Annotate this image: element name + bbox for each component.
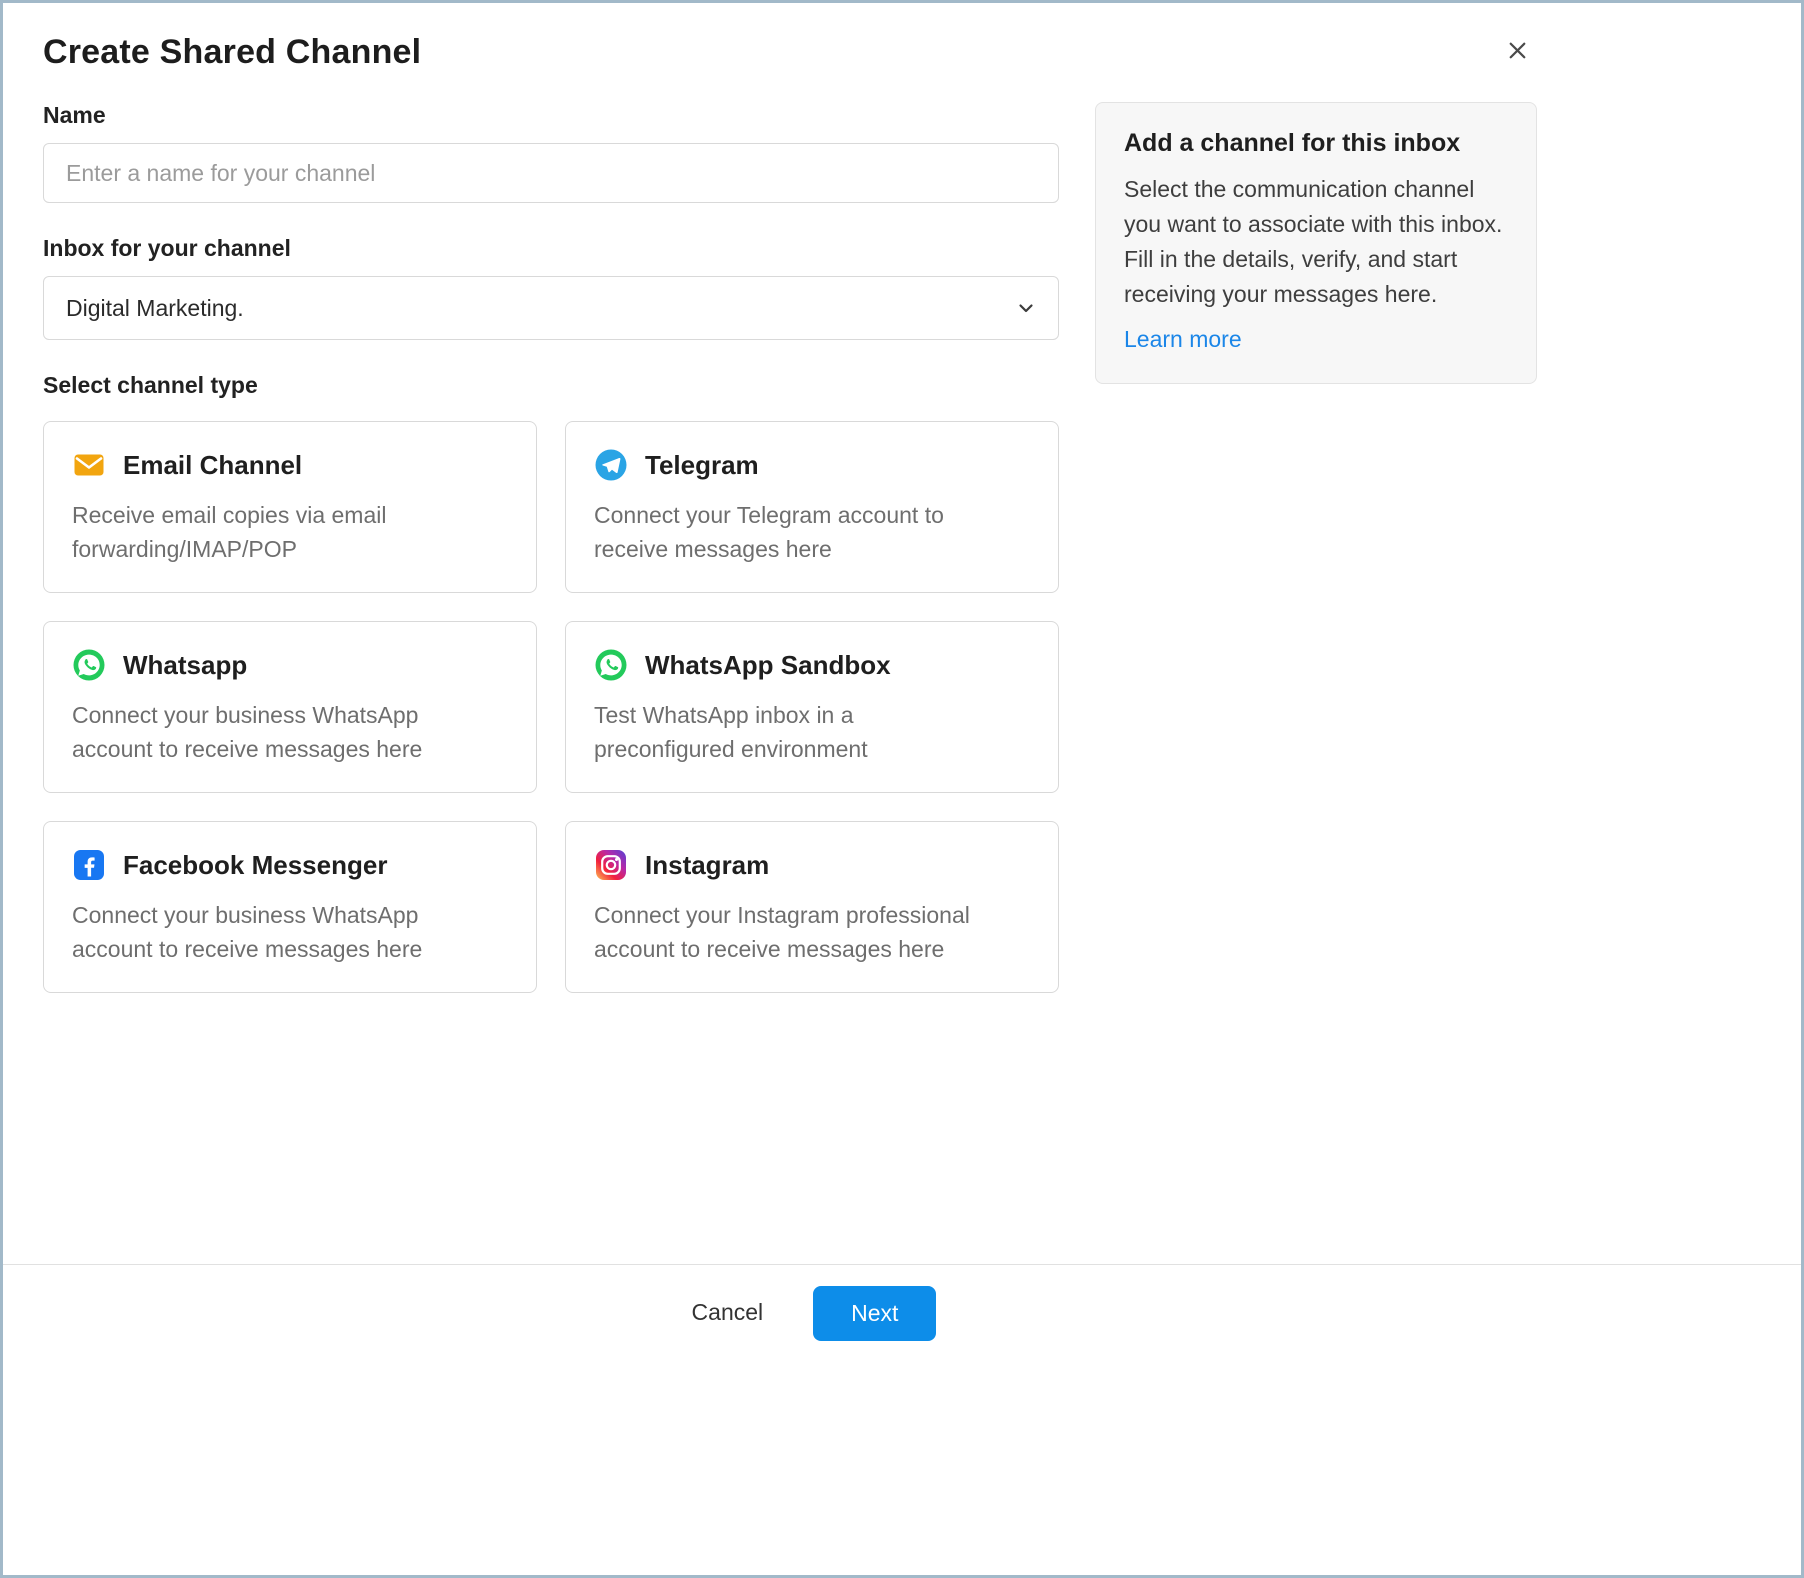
next-button[interactable]: Next (813, 1286, 936, 1341)
channel-card-description: Receive email copies via email forwardin… (72, 498, 457, 566)
channel-card-title: Whatsapp (123, 650, 247, 681)
channel-grid: Email Channel Receive email copies via e… (43, 421, 1059, 993)
info-panel: Add a channel for this inbox Select the … (1095, 102, 1537, 384)
channel-card-description: Connect your business WhatsApp account t… (72, 698, 457, 766)
channel-card-description: Connect your business WhatsApp account t… (72, 898, 457, 966)
whatsapp-icon (72, 648, 106, 682)
channel-card-email[interactable]: Email Channel Receive email copies via e… (43, 421, 537, 593)
modal-footer: Cancel Next (3, 1264, 1801, 1575)
channel-card-description: Connect your Instagram professional acco… (594, 898, 979, 966)
name-label: Name (43, 102, 1059, 129)
info-panel-description: Select the communication channel you wan… (1124, 172, 1508, 312)
channel-name-input[interactable] (43, 143, 1059, 203)
channel-card-whatsapp-sandbox[interactable]: WhatsApp Sandbox Test WhatsApp inbox in … (565, 621, 1059, 793)
modal-content: Create Shared Channel Name Inbox for you… (3, 3, 1801, 1264)
instagram-icon (594, 848, 628, 882)
channel-form: Name Inbox for your channel Digital Mark… (43, 102, 1059, 993)
whatsapp-icon (594, 648, 628, 682)
email-icon (72, 448, 106, 482)
channel-card-title: Instagram (645, 850, 769, 881)
learn-more-link[interactable]: Learn more (1124, 326, 1242, 353)
channel-card-title: Telegram (645, 450, 759, 481)
channel-card-telegram[interactable]: Telegram Connect your Telegram account t… (565, 421, 1059, 593)
chevron-down-icon (1014, 296, 1038, 320)
telegram-icon (594, 448, 628, 482)
channel-card-whatsapp[interactable]: Whatsapp Connect your business WhatsApp … (43, 621, 537, 793)
channel-card-description: Test WhatsApp inbox in a preconfigured e… (594, 698, 979, 766)
info-panel-title: Add a channel for this inbox (1124, 129, 1508, 158)
channel-card-description: Connect your Telegram account to receive… (594, 498, 979, 566)
channel-card-instagram[interactable]: Instagram Connect your Instagram profess… (565, 821, 1059, 993)
inbox-selected-value: Digital Marketing. (66, 295, 244, 322)
channel-type-label: Select channel type (43, 372, 1059, 399)
cancel-button[interactable]: Cancel (674, 1286, 782, 1339)
inbox-label: Inbox for your channel (43, 235, 1059, 262)
close-icon (1504, 37, 1531, 64)
create-shared-channel-modal: Create Shared Channel Name Inbox for you… (0, 0, 1804, 1578)
channel-card-title: Facebook Messenger (123, 850, 387, 881)
facebook-icon (72, 848, 106, 882)
close-button[interactable] (1500, 33, 1535, 68)
channel-card-facebook-messenger[interactable]: Facebook Messenger Connect your business… (43, 821, 537, 993)
channel-card-title: WhatsApp Sandbox (645, 650, 891, 681)
channel-card-title: Email Channel (123, 450, 302, 481)
inbox-select[interactable]: Digital Marketing. (43, 276, 1059, 340)
